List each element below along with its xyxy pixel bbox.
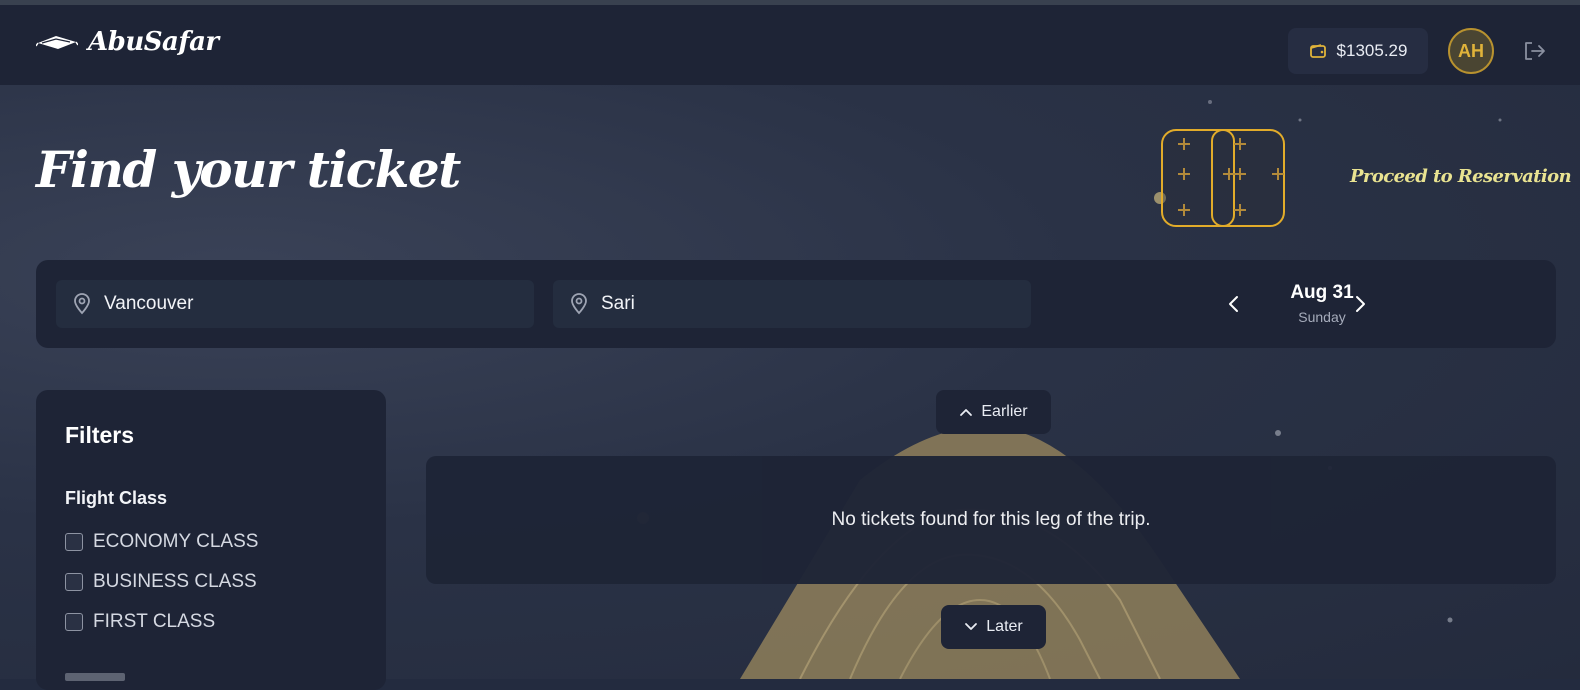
page-title: Find your ticket [36,140,461,199]
chevron-right-icon [1356,296,1365,312]
map-pin-icon [571,293,587,315]
economy-class-label: ECONOMY CLASS [93,531,259,552]
date-navigator: Aug 31 Sunday [1222,280,1422,330]
origin-field[interactable] [56,280,534,328]
proceed-to-reservation-button[interactable]: Proceed to Reservation [1350,166,1572,187]
flight-class-heading: Flight Class [65,488,168,508]
destination-field[interactable] [553,280,1031,328]
filter-business-class[interactable]: BUSINESS CLASS [65,571,257,593]
next-filter-heading-clipped [65,673,125,681]
logout-button[interactable] [1523,40,1547,62]
brand-name: AbuSafar [88,27,219,57]
wallet-balance-button[interactable]: $1305.29 [1288,28,1428,74]
economy-class-checkbox[interactable] [65,533,83,551]
chevron-up-icon [960,409,973,416]
business-class-label: BUSINESS CLASS [93,571,257,592]
brand-logo[interactable]: AbuSafar [36,27,219,57]
map-pin-icon [74,293,90,315]
logout-icon [1525,42,1545,60]
filter-first-class[interactable]: FIRST CLASS [65,611,215,633]
destination-input[interactable] [599,292,1003,316]
selected-date: Aug 31 [1290,282,1354,303]
search-panel: Aug 31 Sunday [36,260,1556,348]
filters-panel: Filters Flight Class ECONOMY CLASS BUSIN… [36,390,386,690]
filter-economy-class[interactable]: ECONOMY CLASS [65,531,258,553]
ticket-icon [1161,129,1285,227]
earlier-button[interactable]: Earlier [936,390,1051,434]
empty-results-message: No tickets found for this leg of the tri… [831,509,1151,530]
next-date-button[interactable] [1348,292,1372,316]
top-navbar: AbuSafar $1305.29 AH [0,5,1580,85]
business-class-checkbox[interactable] [65,573,83,591]
later-button[interactable]: Later [941,605,1046,649]
chevron-down-icon [965,623,978,630]
wallet-amount: $1305.29 [1336,41,1408,60]
wallet-icon [1309,44,1326,58]
selected-day: Sunday [1298,309,1346,325]
results-panel: No tickets found for this leg of the tri… [426,456,1556,584]
origin-input[interactable] [102,292,506,316]
first-class-checkbox[interactable] [65,613,83,631]
filters-title: Filters [65,422,135,448]
flying-carpet-icon [36,36,78,49]
user-avatar[interactable]: AH [1448,28,1494,74]
earlier-label: Earlier [981,403,1028,420]
later-label: Later [986,618,1023,635]
first-class-label: FIRST CLASS [93,611,216,632]
